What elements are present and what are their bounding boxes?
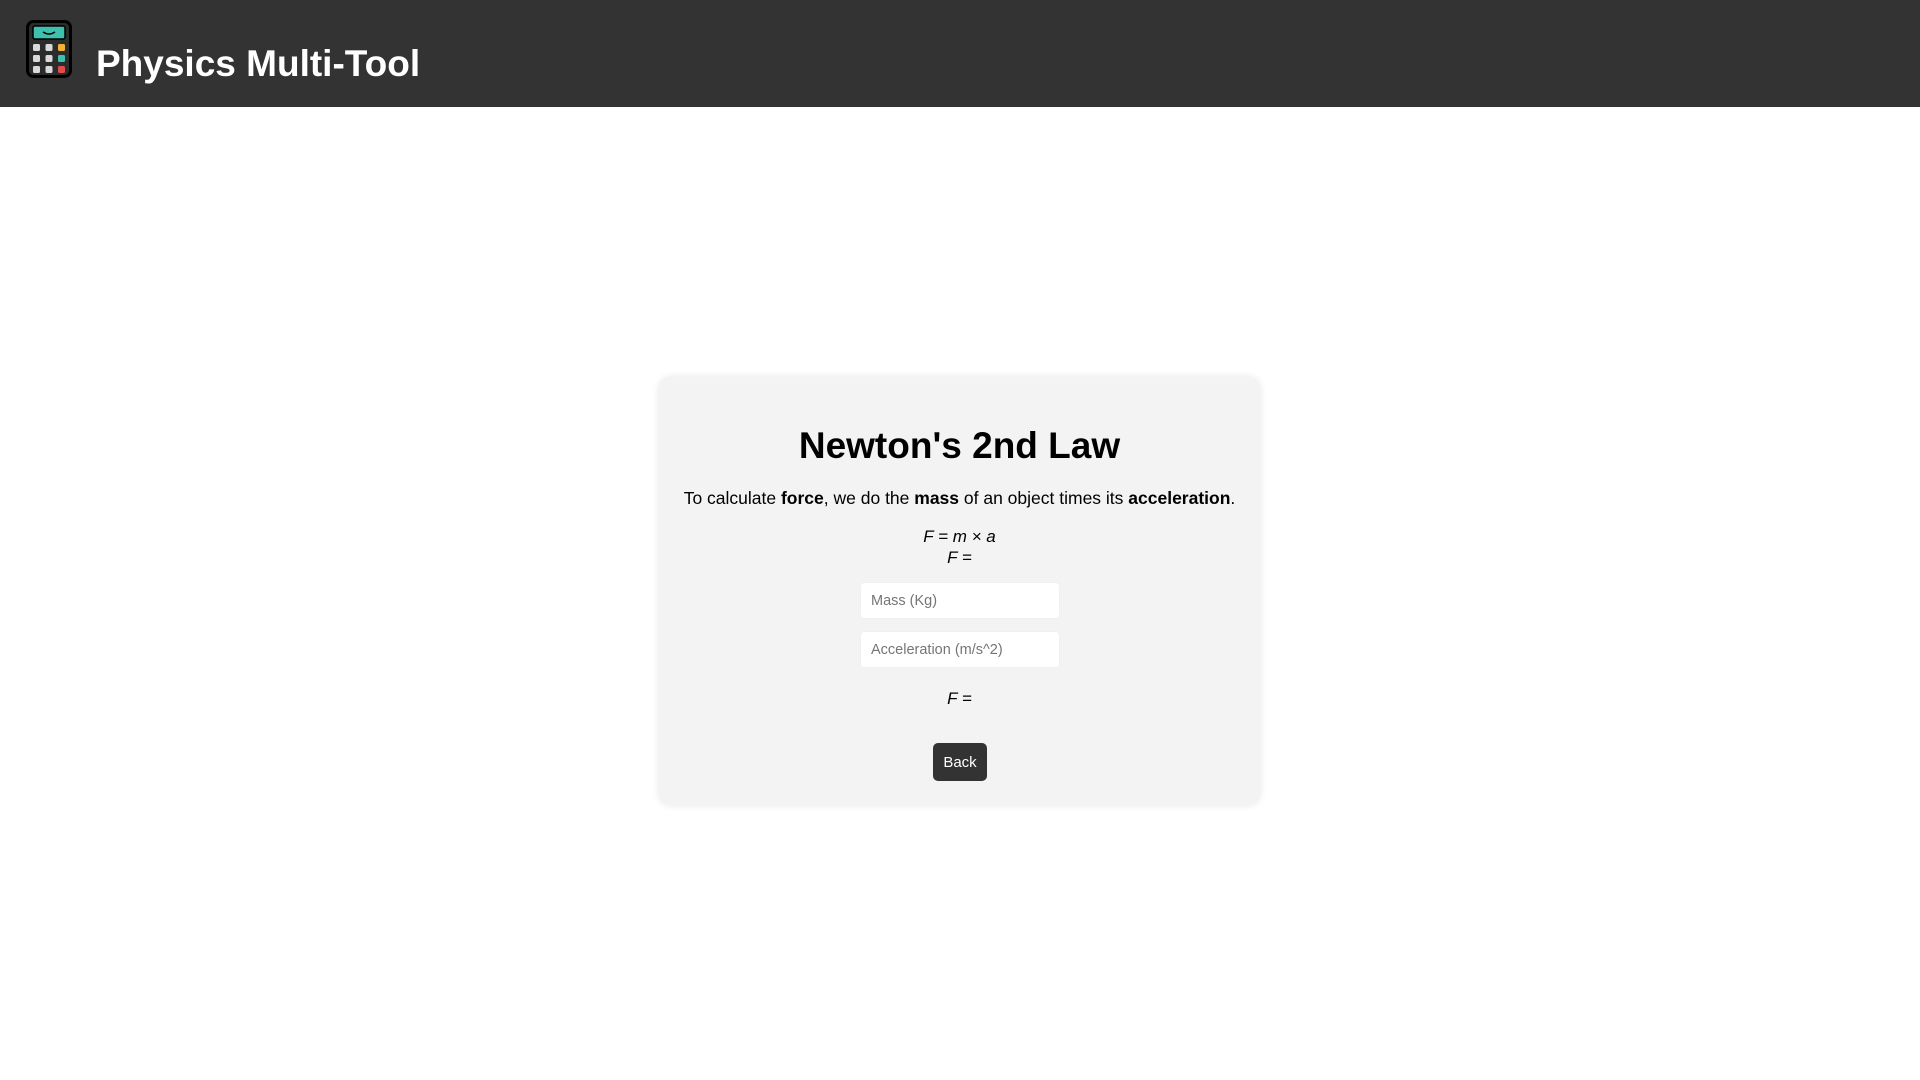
acceleration-term: acceleration [1128,488,1231,508]
description-text: of an object times its [959,488,1129,508]
description-text: , we do the [823,488,915,508]
description: To calculate force, we do the mass of an… [659,487,1260,509]
acceleration-input[interactable] [860,631,1060,668]
formula-result: F = [947,548,972,567]
card-title: Newton's 2nd Law [798,425,1121,466]
mass-input[interactable] [860,582,1060,619]
app-header: Physics Multi-Tool [0,0,1920,107]
force-term: force [780,488,824,508]
back-button[interactable]: Back [933,743,987,781]
description-text: . [1230,488,1236,508]
calculator-icon [26,20,72,78]
force-result: F = [947,689,972,708]
mass-term: mass [914,488,960,508]
app-title: Physics Multi-Tool [96,43,421,84]
formula: F = m × a [923,527,996,546]
calculator-card: Newton's 2nd Law To calculate force, we … [659,377,1260,805]
description-text: To calculate [683,488,781,508]
